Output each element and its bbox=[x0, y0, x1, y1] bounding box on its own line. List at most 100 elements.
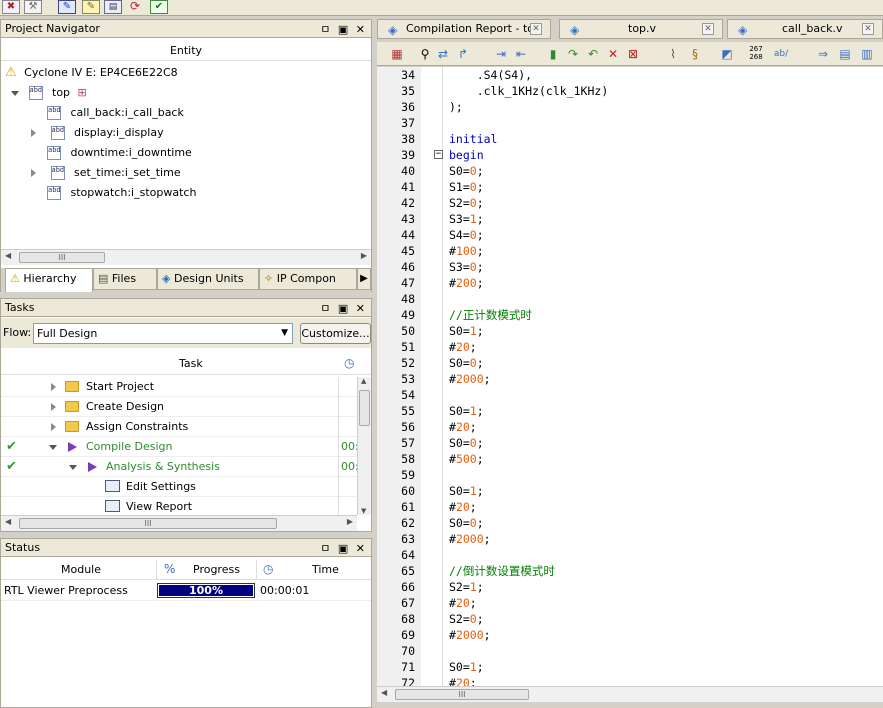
code-line[interactable]: 63 #2000; bbox=[377, 531, 882, 547]
expand-arrow-icon[interactable] bbox=[51, 423, 56, 431]
tab-hierarchy[interactable]: ⚠ Hierarchy bbox=[5, 268, 93, 292]
pin-planner-icon[interactable]: ✎ bbox=[58, 0, 76, 14]
clear-all-bookmarks-icon[interactable]: ⊠ bbox=[625, 46, 641, 62]
code-line[interactable]: 36); bbox=[377, 99, 882, 115]
wrench-tool-icon[interactable]: ⚒ bbox=[24, 0, 42, 14]
code-line[interactable]: 71 S0=1; bbox=[377, 659, 882, 675]
tree-row-display[interactable]: abd display:i_display bbox=[31, 123, 164, 143]
netlist-icon[interactable]: ▤ bbox=[104, 0, 122, 14]
code-line[interactable]: 52 S0=0; bbox=[377, 355, 882, 371]
expand-arrow-icon[interactable] bbox=[31, 129, 36, 137]
task-row-compile-design[interactable]: ✔ Compile Design 00: bbox=[1, 437, 357, 457]
goto-line-icon[interactable]: ↱ bbox=[455, 46, 471, 62]
tab-ip-components[interactable]: ✧ IP Compon bbox=[259, 268, 357, 290]
customize-button[interactable]: Customize... bbox=[300, 323, 371, 344]
tasks-v-scrollbar[interactable]: ▲ ▼ bbox=[357, 377, 371, 515]
word-wrap-icon[interactable]: ab/ bbox=[771, 46, 791, 62]
tree-row-downtime[interactable]: abd downtime:i_downtime bbox=[47, 143, 192, 163]
prev-bookmark-icon[interactable]: ↶ bbox=[585, 46, 601, 62]
expand-arrow-icon[interactable] bbox=[51, 383, 56, 391]
scroll-left-icon[interactable]: ◀ bbox=[5, 517, 11, 526]
replace-icon[interactable]: ⇄ bbox=[435, 46, 451, 62]
code-line[interactable]: 41 S1=0; bbox=[377, 179, 882, 195]
scroll-left-icon[interactable]: ◀ bbox=[381, 688, 387, 697]
tab-design-units[interactable]: ◈ Design Units bbox=[157, 268, 259, 290]
tab-top-v[interactable]: ◈ top.v ✕ bbox=[559, 19, 723, 39]
expand-arrow-icon[interactable] bbox=[31, 169, 36, 177]
code-line[interactable]: 34 .S4(S4), bbox=[377, 67, 882, 83]
code-line[interactable]: 59 bbox=[377, 467, 882, 483]
device-row[interactable]: ⚠ Cyclone IV E: EP4CE6E22C8 bbox=[5, 63, 178, 83]
code-line[interactable]: 56 #20; bbox=[377, 419, 882, 435]
tab-call-back-v[interactable]: ◈ call_back.v ✕ bbox=[727, 19, 883, 39]
code-line[interactable]: 68 S2=0; bbox=[377, 611, 882, 627]
code-line[interactable]: 42 S2=0; bbox=[377, 195, 882, 211]
expand-arrow-icon[interactable] bbox=[51, 403, 56, 411]
task-row-start-project[interactable]: Start Project bbox=[1, 377, 357, 397]
indent-icon[interactable]: ⇥ bbox=[493, 46, 509, 62]
scroll-thumb[interactable]: III bbox=[395, 689, 529, 700]
entity-column-header[interactable]: Entity bbox=[1, 41, 371, 61]
progress-column-header[interactable]: Progress bbox=[193, 563, 240, 576]
code-line[interactable]: 49 //正计数模式时 bbox=[377, 307, 882, 323]
code-line[interactable]: 60 S0=1; bbox=[377, 483, 882, 499]
code-line[interactable]: 53 #2000; bbox=[377, 371, 882, 387]
tab-files[interactable]: ▤ Files bbox=[93, 268, 157, 290]
tab-compilation-report[interactable]: ◈ Compilation Report - top ✕ bbox=[377, 19, 551, 39]
refresh-icon[interactable]: ⟳ bbox=[126, 0, 144, 14]
task-column-header[interactable]: Task bbox=[179, 357, 203, 370]
scroll-up-icon[interactable]: ▲ bbox=[361, 377, 366, 385]
navigator-h-scrollbar[interactable]: ◀ III ▶ bbox=[1, 249, 371, 265]
code-line[interactable]: 58 #500; bbox=[377, 451, 882, 467]
flow-select[interactable]: Full Design ▼ bbox=[33, 323, 293, 344]
chevron-down-icon[interactable]: ▼ bbox=[281, 324, 288, 343]
tree-row-stopwatch[interactable]: abd stopwatch:i_stopwatch bbox=[47, 183, 196, 203]
code-line[interactable]: 44 S4=0; bbox=[377, 227, 882, 243]
next-bookmark-icon[interactable]: ↷ bbox=[565, 46, 581, 62]
assignment-editor-icon[interactable]: ✎ bbox=[82, 0, 100, 14]
code-line[interactable]: 66 S2=1; bbox=[377, 579, 882, 595]
code-line[interactable]: 64 bbox=[377, 547, 882, 563]
clear-bookmark-icon[interactable]: ✕ bbox=[605, 46, 621, 62]
unindent-icon[interactable]: ⇤ bbox=[513, 46, 529, 62]
code-line[interactable]: 69 #2000; bbox=[377, 627, 882, 643]
code-line[interactable]: 62 S0=0; bbox=[377, 515, 882, 531]
bookmark-icon[interactable]: ▮ bbox=[545, 46, 561, 62]
close-icon[interactable]: ✕ bbox=[530, 23, 542, 35]
find-icon[interactable]: ⚲ bbox=[417, 46, 433, 62]
code-line[interactable]: 54 bbox=[377, 387, 882, 403]
scroll-thumb[interactable]: III bbox=[19, 518, 277, 529]
fold-collapse-icon[interactable]: − bbox=[434, 150, 443, 159]
code-line[interactable]: 50 S0=1; bbox=[377, 323, 882, 339]
task-row-view-report[interactable]: View Report bbox=[1, 497, 357, 515]
check-icon[interactable]: ✔ bbox=[150, 0, 168, 14]
scroll-thumb[interactable] bbox=[359, 390, 370, 426]
scroll-icon[interactable]: § bbox=[687, 46, 703, 62]
code-line[interactable]: 37 bbox=[377, 115, 882, 131]
task-row-create-design[interactable]: Create Design bbox=[1, 397, 357, 417]
scroll-down-icon[interactable]: ▼ bbox=[361, 507, 366, 515]
code-line[interactable]: 51 #20; bbox=[377, 339, 882, 355]
close-icon[interactable]: ✕ bbox=[862, 23, 874, 35]
code-line[interactable]: 40 S0=0; bbox=[377, 163, 882, 179]
time-column-header[interactable]: Time bbox=[312, 563, 339, 576]
panel-controls[interactable]: ㅁ ▣ ✕ bbox=[320, 300, 367, 317]
code-line[interactable]: 43 S3=1; bbox=[377, 211, 882, 227]
insert-template-icon[interactable]: ▦ bbox=[389, 46, 405, 62]
code-line[interactable]: 45 #100; bbox=[377, 243, 882, 259]
editor-h-scrollbar[interactable]: ◀ III bbox=[377, 686, 883, 702]
task-row-assign-constraints[interactable]: Assign Constraints bbox=[1, 417, 357, 437]
code-line[interactable]: 65 //倒计数设置模式时 bbox=[377, 563, 882, 579]
panel-controls[interactable]: ㅁ ▣ ✕ bbox=[320, 21, 367, 38]
tree-row-top[interactable]: abd top ⊞ bbox=[11, 83, 87, 103]
scroll-thumb[interactable]: III bbox=[19, 252, 105, 263]
expand-arrow-icon[interactable] bbox=[49, 445, 57, 450]
scroll-right-icon[interactable]: ▶ bbox=[347, 517, 353, 526]
comment-icon[interactable]: ◩ bbox=[719, 46, 735, 62]
scroll-left-icon[interactable]: ◀ bbox=[5, 251, 11, 260]
code-line[interactable]: 38 initial bbox=[377, 131, 882, 147]
code-line[interactable]: 55 S0=1; bbox=[377, 403, 882, 419]
expand-arrow-icon[interactable] bbox=[69, 465, 77, 470]
goto-icon[interactable]: ⇒ bbox=[815, 46, 831, 62]
code-line[interactable]: 39 − begin bbox=[377, 147, 882, 163]
